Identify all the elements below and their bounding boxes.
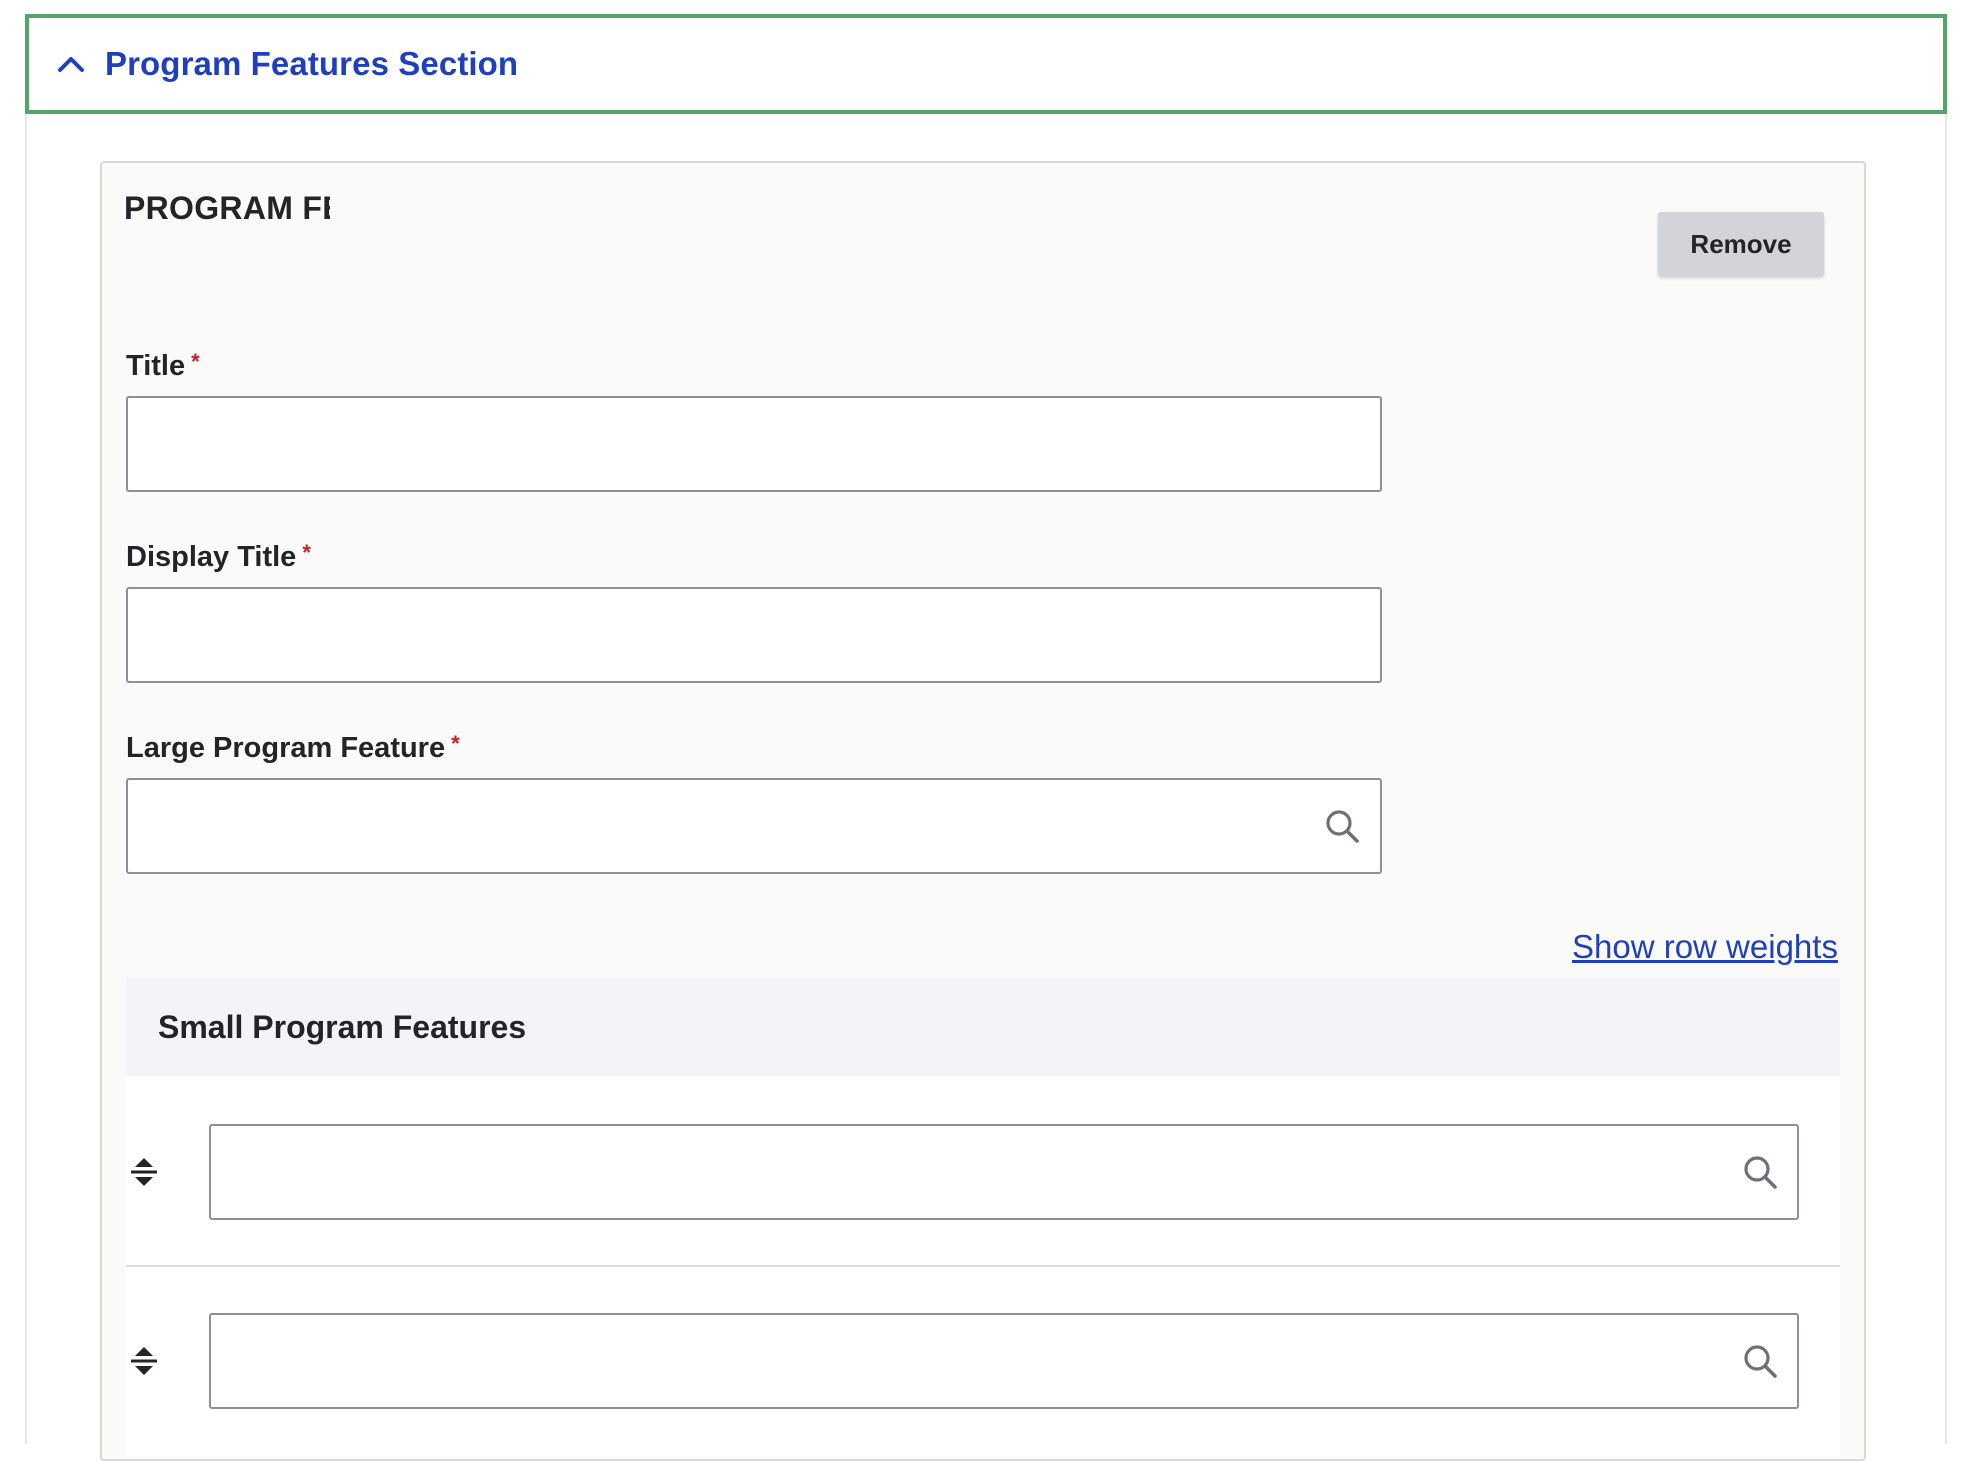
chevron-up-icon <box>53 46 89 82</box>
show-row-weights-link[interactable]: Show row weights <box>1572 928 1838 966</box>
search-icon <box>1322 806 1362 846</box>
section-title: Program Features Section <box>105 45 519 82</box>
small-program-features-header: Small Program Features <box>126 978 1840 1076</box>
large-program-feature-label-text: Large Program Feature <box>126 732 446 764</box>
title-label: Title * <box>126 348 200 383</box>
paragraph-type-title: PROGRAM FEATURES <box>124 190 330 226</box>
table-header-label: Small Program Features <box>158 1008 527 1045</box>
display-title-label-text: Display Title <box>126 541 297 573</box>
display-title-input[interactable] <box>126 587 1382 683</box>
required-marker: * <box>302 539 311 565</box>
drag-handle-icon[interactable] <box>126 1341 162 1381</box>
display-title-label: Display Title * <box>126 539 311 574</box>
large-program-feature-input[interactable] <box>126 778 1382 874</box>
title-input[interactable] <box>126 396 1382 492</box>
required-marker: * <box>191 348 200 374</box>
section-summary-toggle[interactable]: Program Features Section <box>25 14 1947 114</box>
large-program-feature-label: Large Program Feature * <box>126 730 460 765</box>
search-icon <box>1740 1152 1780 1192</box>
required-marker: * <box>451 730 460 756</box>
search-icon <box>1740 1341 1780 1381</box>
small-program-feature-input[interactable] <box>209 1124 1799 1220</box>
drag-handle-icon[interactable] <box>126 1152 162 1192</box>
remove-button[interactable]: Remove <box>1658 212 1824 276</box>
title-label-text: Title <box>126 350 186 382</box>
small-program-feature-input[interactable] <box>209 1313 1799 1409</box>
